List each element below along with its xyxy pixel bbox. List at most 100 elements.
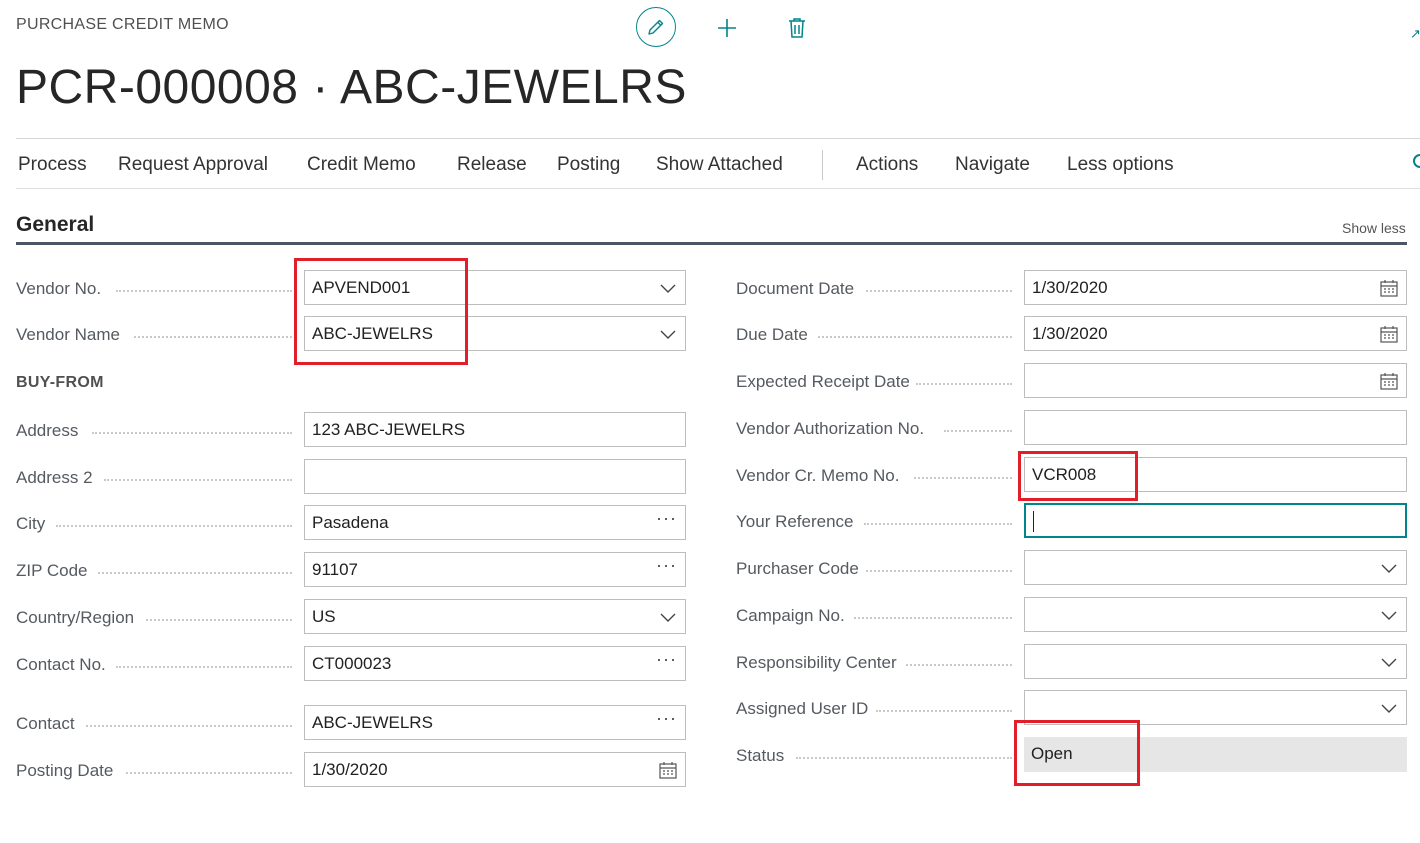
action-release[interactable]: Release [457,154,527,176]
zip-code-label: ZIP Code [16,561,88,580]
action-less-options[interactable]: Less options [1067,154,1174,176]
calendar-icon[interactable] [1380,325,1398,343]
action-posting[interactable]: Posting [557,154,620,176]
assigned-user-id-label: Assigned User ID [736,699,869,718]
chevron-down-icon[interactable] [1380,653,1398,671]
address-2-field[interactable] [304,459,686,494]
calendar-icon[interactable] [659,761,677,779]
page-title: PCR-000008 · ABC-JEWELRS [16,61,687,114]
action-request-approval[interactable]: Request Approval [118,154,268,176]
lookup-ellipsis-icon[interactable]: ··· [656,708,677,729]
divider [16,138,1420,139]
address-value: 123 ABC-JEWELRS [312,420,466,439]
zip-code-field[interactable]: 91107 ··· [304,552,686,587]
vendor-name-value: ABC-JEWELRS [312,324,433,343]
leader-dots [98,572,292,574]
expected-receipt-date-label: Expected Receipt Date [736,372,910,391]
chevron-down-icon[interactable] [1380,606,1398,624]
leader-dots [864,523,1012,525]
leader-dots [92,432,292,434]
chevron-down-icon[interactable] [1380,699,1398,717]
edit-button[interactable] [636,7,676,47]
leader-dots [796,757,1012,759]
leader-dots [134,336,292,338]
city-label: City [16,514,46,533]
action-bar: Process Request Approval Credit Memo Rel… [0,140,1420,188]
vendor-name-field[interactable]: ABC-JEWELRS [304,316,686,351]
chevron-down-icon[interactable] [659,608,677,626]
collapse-icon[interactable]: ↗ [1410,26,1420,42]
contact-field[interactable]: ABC-JEWELRS ··· [304,705,686,740]
status-field: Open [1024,737,1407,772]
responsibility-center-label: Responsibility Center [736,653,897,672]
vendor-no-field[interactable]: APVEND001 [304,270,686,305]
vendor-authorization-no-field[interactable] [1024,410,1407,445]
new-button[interactable] [713,14,741,42]
city-field[interactable]: Pasadena ··· [304,505,686,540]
leader-dots [116,290,292,292]
leader-dots [126,772,292,774]
section-title-general: General [16,213,95,236]
vendor-authorization-no-label: Vendor Authorization No. [736,419,925,438]
action-process[interactable]: Process [18,154,87,176]
document-date-value: 1/30/2020 [1032,278,1108,297]
vendor-cr-memo-no-field[interactable]: VCR008 [1024,457,1407,492]
divider [16,188,1420,189]
action-credit-memo[interactable]: Credit Memo [307,154,416,176]
vendor-name-label: Vendor Name [16,325,120,344]
action-actions[interactable]: Actions [856,154,918,176]
address-2-label: Address 2 [16,468,93,487]
document-date-field[interactable]: 1/30/2020 [1024,270,1407,305]
delete-button[interactable] [784,14,810,42]
due-date-field[interactable]: 1/30/2020 [1024,316,1407,351]
section-rule [16,242,1407,245]
contact-value: ABC-JEWELRS [312,713,433,732]
responsibility-center-field[interactable] [1024,644,1407,679]
lookup-ellipsis-icon[interactable]: ··· [656,649,677,670]
show-less-link[interactable]: Show less [1342,220,1406,236]
due-date-value: 1/30/2020 [1032,324,1108,343]
lookup-ellipsis-icon[interactable]: ··· [656,508,677,529]
due-date-label: Due Date [736,325,808,344]
search-icon[interactable] [1413,154,1420,168]
lookup-ellipsis-icon[interactable]: ··· [656,555,677,576]
buy-from-group-header: BUY-FROM [16,374,104,391]
action-show-attached[interactable]: Show Attached [656,154,783,176]
campaign-no-label: Campaign No. [736,606,845,625]
leader-dots [866,570,1012,572]
purchaser-code-field[interactable] [1024,550,1407,585]
pencil-icon [648,19,664,35]
leader-dots [116,666,292,668]
status-label: Status [736,746,785,765]
contact-label: Contact [16,714,75,733]
chevron-down-icon[interactable] [659,325,677,343]
leader-dots [944,430,1012,432]
chevron-down-icon[interactable] [659,279,677,297]
leader-dots [854,617,1012,619]
your-reference-field[interactable] [1024,503,1407,538]
calendar-icon[interactable] [1380,279,1398,297]
posting-date-field[interactable]: 1/30/2020 [304,752,686,787]
zip-code-value: 91107 [312,560,359,579]
leader-dots [916,383,1012,385]
leader-dots [914,477,1012,479]
contact-no-field[interactable]: CT000023 ··· [304,646,686,681]
campaign-no-field[interactable] [1024,597,1407,632]
leader-dots [906,664,1012,666]
text-caret [1033,511,1034,532]
assigned-user-id-field[interactable] [1024,690,1407,725]
posting-date-value: 1/30/2020 [312,760,388,779]
posting-date-label: Posting Date [16,761,114,780]
chevron-down-icon[interactable] [1380,559,1398,577]
address-field[interactable]: 123 ABC-JEWELRS [304,412,686,447]
calendar-icon[interactable] [1380,372,1398,390]
page-caption: PURCHASE CREDIT MEMO [16,16,229,33]
your-reference-label: Your Reference [736,512,854,531]
action-navigate[interactable]: Navigate [955,154,1030,176]
expected-receipt-date-field[interactable] [1024,363,1407,398]
leader-dots [56,525,292,527]
country-region-field[interactable]: US [304,599,686,634]
status-value: Open [1031,744,1073,763]
action-separator [822,150,823,180]
trash-icon [789,18,805,38]
